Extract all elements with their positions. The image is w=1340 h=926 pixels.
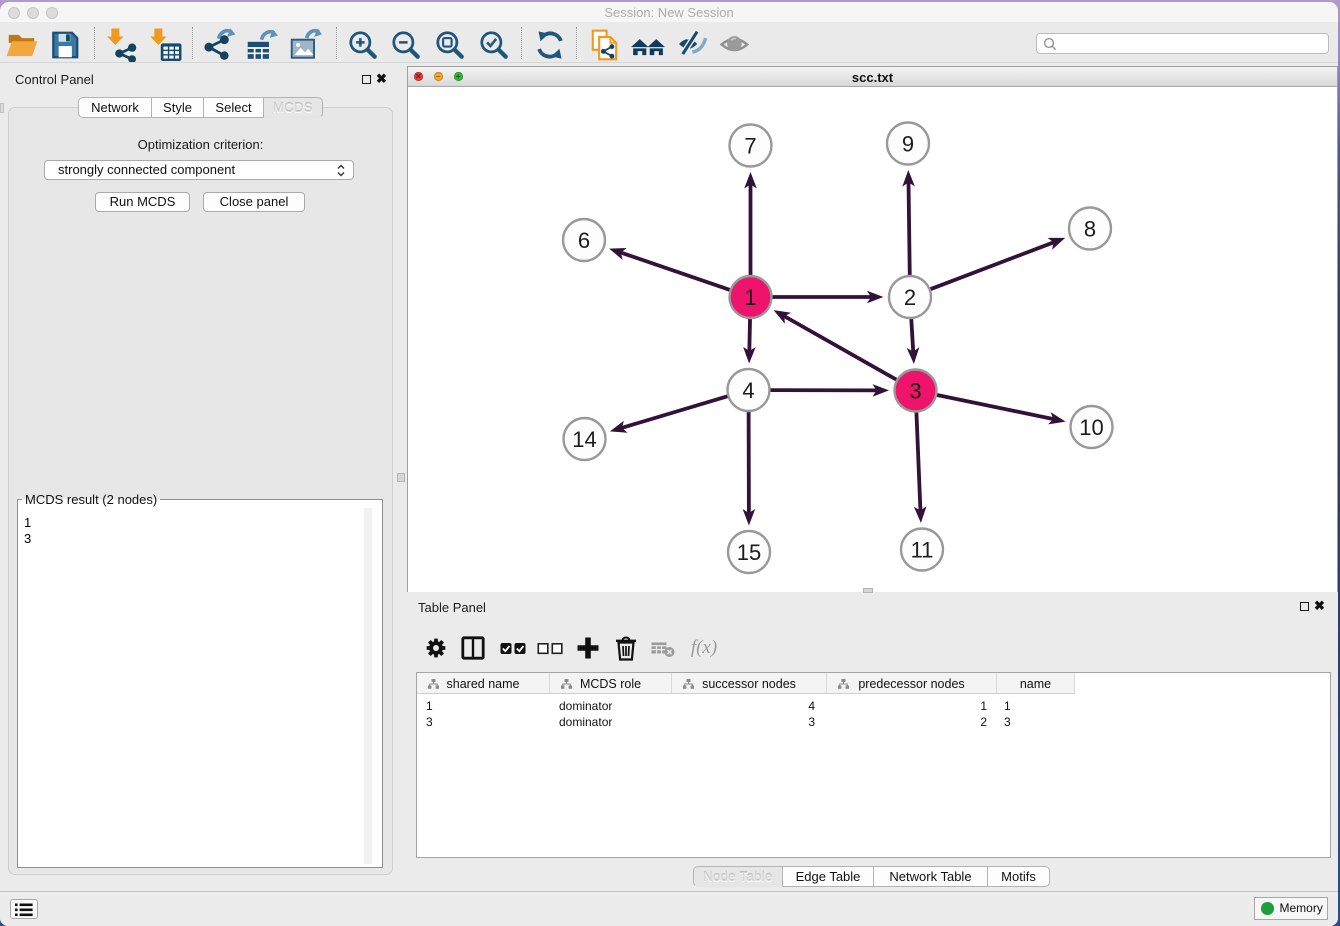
svg-text:1: 1	[744, 285, 756, 310]
svg-text:6: 6	[578, 228, 590, 253]
svg-text:10: 10	[1079, 415, 1103, 440]
svg-text:14: 14	[572, 427, 596, 452]
svg-text:11: 11	[911, 538, 934, 563]
svg-text:15: 15	[737, 540, 761, 565]
svg-text:3: 3	[909, 379, 921, 404]
svg-text:7: 7	[744, 134, 756, 159]
svg-text:4: 4	[742, 378, 754, 403]
svg-text:9: 9	[902, 132, 914, 157]
svg-text:8: 8	[1084, 217, 1096, 242]
svg-text:2: 2	[904, 285, 916, 310]
